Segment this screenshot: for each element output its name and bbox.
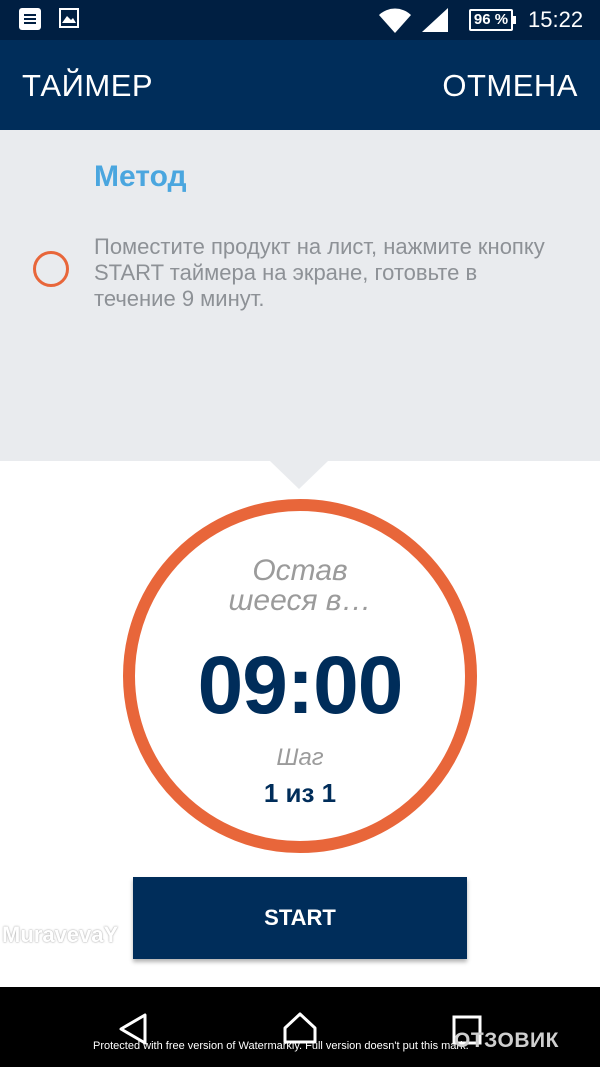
page-title: ТАЙМЕР: [22, 68, 154, 103]
timer-value: 09:00: [197, 640, 404, 731]
notification-icon: [19, 8, 41, 30]
method-panel: Метод Поместите продукт на лист, нажмите…: [0, 130, 600, 461]
watermark-note: Protected with free version of Watermark…: [93, 1040, 469, 1052]
signal-icon: [422, 8, 448, 32]
watermark-username: MuravevaY: [2, 922, 119, 947]
remaining-label-line1: Остав: [252, 554, 348, 587]
gallery-icon: [59, 8, 79, 28]
method-title: Метод: [94, 160, 187, 193]
nav-bar: Protected with free version of Watermark…: [0, 987, 600, 1067]
step-label: Шаг: [276, 744, 324, 771]
step-count: 1 из 1: [263, 778, 337, 808]
method-instruction: Поместите продукт на лист, нажмите кнопк…: [94, 234, 545, 311]
start-button[interactable]: START: [133, 877, 467, 959]
clock: 15:22: [528, 7, 584, 32]
remaining-label: Остав шееся в…: [135, 556, 465, 616]
pointer-arrow: [270, 461, 328, 489]
wifi-icon: [379, 8, 411, 33]
remaining-label-line2: шееся в…: [228, 584, 372, 617]
timer-ring: Остав шееся в… 09:00 Шаг 1 из 1: [123, 499, 477, 853]
otzovik-logo: ОТЗОВИК: [454, 1029, 559, 1052]
status-bar: 96 % 15:22: [0, 0, 600, 40]
app-bar: ТАЙМЕР ОТМЕНА: [0, 40, 600, 130]
battery-icon: 96 %: [469, 9, 516, 31]
cancel-button[interactable]: ОТМЕНА: [442, 68, 578, 104]
step-radio[interactable]: [33, 251, 69, 287]
